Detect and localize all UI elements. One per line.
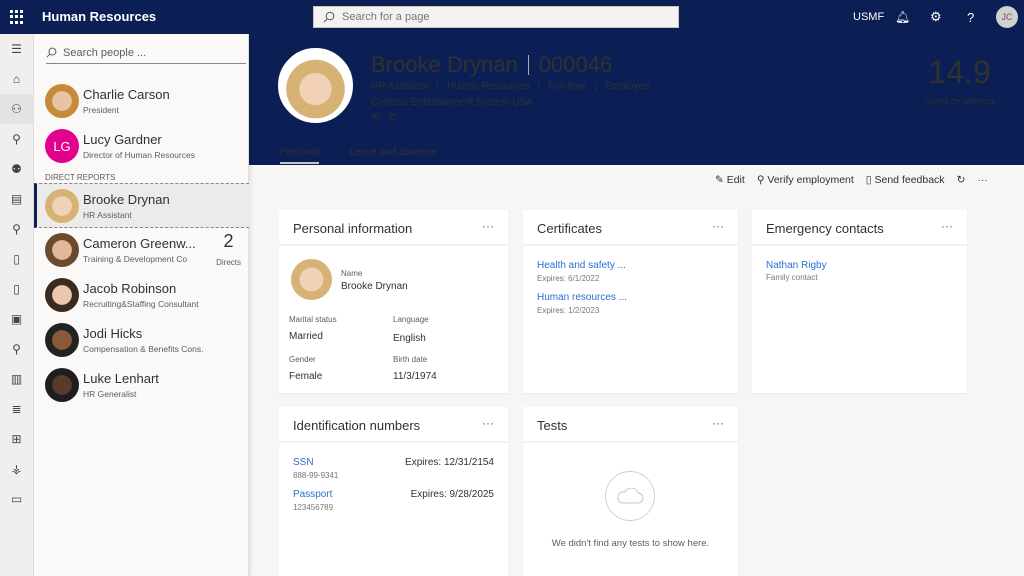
- years-of-service: 14.9 YEARS OF SERVICE: [923, 54, 996, 106]
- avatar: [45, 189, 79, 223]
- search-placeholder: Search for a page: [342, 11, 430, 23]
- person-list-icon[interactable]: ⚲: [0, 334, 33, 364]
- person-item[interactable]: Luke Lenhart HR Generalist: [34, 363, 249, 408]
- tests-card: Tests ··· We didn't find any tests to sho…: [523, 407, 738, 576]
- person-item[interactable]: LG Lucy Gardner Director of Human Resource…: [34, 124, 249, 169]
- app-title: Human Resources: [42, 9, 157, 24]
- employee-photo: [278, 48, 353, 123]
- books-icon[interactable]: ▥: [0, 364, 33, 394]
- employee-name: Brooke Drynan 000046: [371, 52, 613, 77]
- more-icon[interactable]: ···: [482, 219, 494, 233]
- directs-count[interactable]: 2 Directs: [216, 231, 241, 270]
- card-title: Personal information: [293, 221, 413, 236]
- id-link[interactable]: Passport: [293, 489, 332, 500]
- employee-company: Contoso Entertainment System USA: [371, 97, 533, 108]
- employee-meta: HR Assistant | Human Resources | Full-time | E…: [371, 81, 650, 92]
- person-item[interactable]: Cameron Greenw... Training & Development …: [34, 228, 249, 273]
- person-item[interactable]: Brooke Drynan HR Assistant: [34, 183, 249, 228]
- tab-personal[interactable]: Personal: [280, 147, 320, 164]
- document-icon[interactable]: ▯: [0, 244, 33, 274]
- search-placeholder: Search people ...: [63, 47, 147, 59]
- more-icon[interactable]: ···: [482, 416, 494, 430]
- empty-message: We didn't find any tests to show here.: [551, 538, 710, 549]
- people-icon[interactable]: ⚇: [0, 94, 33, 124]
- team-icon[interactable]: ⚉: [0, 154, 33, 184]
- employee-header: [249, 34, 1024, 165]
- top-bar: Human Resources Search for a page USMF 🔔…: [0, 0, 1024, 34]
- avatar: [45, 278, 79, 312]
- personal-information-card: Personal information ··· Name Brooke Dryn…: [279, 210, 508, 393]
- person-item[interactable]: Jacob Robinson Recruiting&Staffing Consul…: [34, 273, 249, 318]
- list-icon[interactable]: ≣: [0, 394, 33, 424]
- clipboard-icon[interactable]: ▤: [0, 184, 33, 214]
- certificates-card: Certificates ··· Health and safety ... Ex…: [523, 210, 738, 393]
- app-launcher-icon[interactable]: [10, 10, 24, 24]
- avatar: [45, 368, 79, 402]
- phone-icon[interactable]: ✆: [388, 112, 396, 123]
- user-avatar[interactable]: JC: [996, 6, 1018, 28]
- emergency-contacts-card: Emergency contacts ··· Nathan Rigby Famil…: [752, 210, 967, 393]
- person-check-icon[interactable]: ⚲: [0, 214, 33, 244]
- edit-button[interactable]: ✎ Edit: [715, 174, 745, 186]
- identification-numbers-card: Identification numbers ··· SSN 888-99-934…: [279, 407, 508, 576]
- hamburger-icon[interactable]: ☰: [0, 34, 33, 64]
- employee-id: 000046: [538, 52, 613, 77]
- avatar: LG: [45, 129, 79, 163]
- org-chart-icon[interactable]: ⚶: [0, 454, 33, 484]
- certificate-link[interactable]: Human resources ...: [537, 292, 627, 303]
- bell-icon[interactable]: 🔔︎: [895, 0, 910, 34]
- avatar: [45, 84, 79, 118]
- contact-link[interactable]: Nathan Rigby: [766, 260, 827, 271]
- company-selector[interactable]: USMF: [853, 0, 884, 34]
- avatar: [45, 233, 79, 267]
- mail-icon[interactable]: ✉: [371, 112, 379, 123]
- send-feedback-button[interactable]: ▯ Send feedback: [866, 174, 945, 186]
- help-icon[interactable]: ?: [967, 0, 974, 34]
- org-node-icon[interactable]: ⊞: [0, 424, 33, 454]
- person-document-icon[interactable]: ⚲: [0, 124, 33, 154]
- people-search-input[interactable]: Search people ...: [46, 42, 246, 64]
- person-item[interactable]: Jodi Hicks Compensation & Benefits Cons.: [34, 318, 249, 363]
- page-search-input[interactable]: Search for a page: [313, 6, 679, 28]
- section-label: DIRECT REPORTS: [45, 173, 116, 182]
- avatar: [45, 323, 79, 357]
- nav-rail: ☰ ⌂ ⚇ ⚲ ⚉ ▤ ⚲ ▯ ▯ ▣ ⚲ ▥ ≣ ⊞ ⚶ ▭: [0, 34, 34, 576]
- more-icon[interactable]: ···: [712, 219, 724, 233]
- cards-icon[interactable]: ▣: [0, 304, 33, 334]
- avatar: [291, 259, 332, 300]
- more-icon[interactable]: ···: [977, 174, 988, 186]
- search-icon: [46, 47, 57, 58]
- person-item[interactable]: Charlie Carson President: [34, 79, 249, 124]
- certificate-link[interactable]: Health and safety ...: [537, 260, 626, 271]
- cloud-icon: [605, 471, 655, 521]
- gear-icon[interactable]: ⚙: [930, 0, 942, 34]
- tab-leave-and-absence[interactable]: Leave and absence: [349, 147, 436, 164]
- people-panel: Search people ... Charlie Carson Presiden…: [34, 34, 249, 576]
- more-icon[interactable]: ···: [941, 219, 953, 233]
- refresh-icon[interactable]: ↻: [957, 174, 966, 186]
- search-icon: [323, 11, 335, 23]
- verify-employment-button[interactable]: ⚲ Verify employment: [757, 174, 854, 186]
- home-icon[interactable]: ⌂: [0, 64, 33, 94]
- more-icon[interactable]: ···: [712, 416, 724, 430]
- id-link[interactable]: SSN: [293, 457, 314, 468]
- document-check-icon[interactable]: ▯: [0, 274, 33, 304]
- shield-chat-icon[interactable]: ▭: [0, 484, 33, 514]
- toolbar: ✎ Edit ⚲ Verify employment ▯ Send feedba…: [715, 168, 988, 192]
